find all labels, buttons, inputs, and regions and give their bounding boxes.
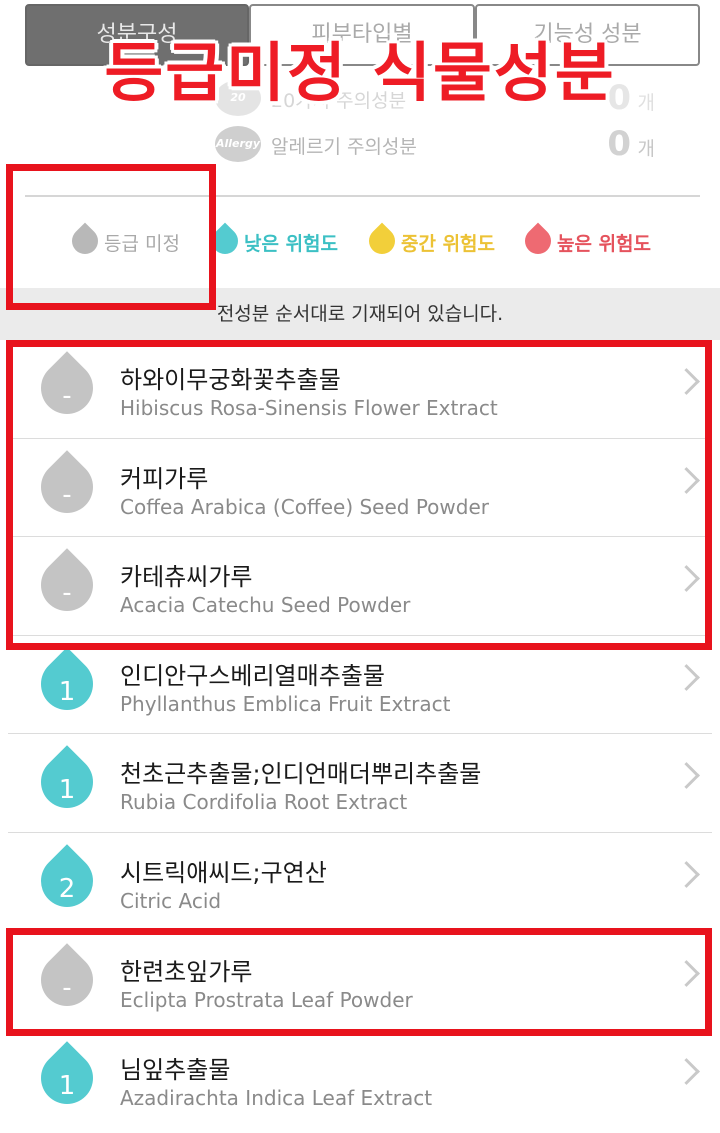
ingredient-order-notice: 전성분 순서대로 기재되어 있습니다. bbox=[0, 288, 720, 340]
chevron-right-icon bbox=[673, 861, 700, 888]
divider bbox=[25, 195, 700, 197]
allergy-unit: 개 bbox=[637, 138, 655, 160]
ingredient-name-en: Phyllanthus Emblica Fruit Extract bbox=[120, 691, 451, 716]
grade-value: - bbox=[62, 479, 72, 510]
ingredient-name-en: Rubia Cordifolia Root Extract bbox=[120, 790, 408, 815]
allergy-label: 알레르기 주의성분 bbox=[271, 136, 417, 158]
allergy-caution-row: Allergy 알레르기 주의성분 0 개 bbox=[215, 124, 655, 164]
teal-drop-icon bbox=[206, 222, 244, 260]
allergy-count: 0 bbox=[607, 124, 631, 164]
ingredient-name-en: Hibiscus Rosa-Sinensis Flower Extract bbox=[120, 396, 498, 420]
ingredient-name-en: Acacia Catechu Seed Powder bbox=[120, 593, 411, 618]
ingredient-name-kr: 천초근추출물;인디언매더뿌리추출물 bbox=[120, 760, 482, 789]
ingredient-row[interactable]: 1 천초근추출물;인디언매더뿌리추출물 Rubia Cordifolia Roo… bbox=[8, 734, 712, 833]
yellow-drop-icon bbox=[363, 222, 401, 260]
legend-label-high: 높은 위험도 bbox=[557, 233, 652, 255]
ingredient-row[interactable]: - 하와이무궁화꽃추출물 Hibiscus Rosa-Sinensis Flow… bbox=[8, 340, 712, 439]
ingredient-name-en: Coffea Arabica (Coffee) Seed Powder bbox=[120, 494, 489, 519]
ingredient-row[interactable]: - 카테츄씨가루 Acacia Catechu Seed Powder bbox=[8, 537, 712, 636]
ingredient-name-kr: 커피가루 bbox=[120, 464, 209, 493]
grade-value: - bbox=[62, 381, 72, 411]
chevron-right-icon bbox=[673, 959, 700, 987]
ingredient-name-kr: 한련초잎가루 bbox=[120, 957, 253, 986]
chevron-right-icon bbox=[673, 663, 700, 691]
grade-value: 1 bbox=[58, 775, 76, 806]
ingredient-list: - 하와이무궁화꽃추출물 Hibiscus Rosa-Sinensis Flow… bbox=[0, 340, 720, 1129]
ingredient-name-kr: 님잎추출물 bbox=[120, 1056, 231, 1085]
ingredient-row[interactable]: 1 님잎추출물 Azadirachta Indica Leaf Extract bbox=[8, 1030, 712, 1129]
chevron-right-icon bbox=[673, 565, 700, 593]
ingredient-name-kr: 카테츄씨가루 bbox=[120, 563, 253, 592]
ingredient-name-kr: 시트릭애씨드;구연산 bbox=[120, 858, 327, 887]
chevron-right-icon bbox=[673, 368, 700, 395]
ingredient-name-en: Citric Acid bbox=[120, 888, 222, 913]
legend-label-none: 등급 미정 bbox=[104, 233, 180, 255]
red-drop-icon bbox=[519, 222, 557, 260]
grade-value: 1 bbox=[58, 1071, 76, 1102]
legend-label-mid: 중간 위험도 bbox=[401, 233, 496, 255]
legend-label-low: 낮은 위험도 bbox=[244, 233, 339, 255]
ingredient-row[interactable]: 1 인디안구스베리열매추출물 Phyllanthus Emblica Fruit… bbox=[8, 636, 712, 735]
ingredient-name-en: Azadirachta Indica Leaf Extract bbox=[120, 1086, 433, 1111]
ingredient-row[interactable]: - 한련초잎가루 Eclipta Prostrata Leaf Powder bbox=[8, 932, 712, 1031]
ingredient-name-kr: 인디안구스베리열매추출물 bbox=[120, 661, 385, 690]
grade-value: - bbox=[62, 972, 72, 1003]
chevron-right-icon bbox=[673, 762, 700, 790]
allergy-icon: Allergy bbox=[215, 126, 261, 162]
ingredient-row[interactable]: - 커피가루 Coffea Arabica (Coffee) Seed Powd… bbox=[8, 439, 712, 538]
grade-value: 1 bbox=[58, 676, 76, 707]
ingredient-row[interactable]: 2 시트릭애씨드;구연산 Citric Acid bbox=[8, 833, 712, 932]
gray-drop-icon bbox=[66, 222, 104, 260]
grade-value: 2 bbox=[58, 873, 76, 904]
chevron-right-icon bbox=[673, 466, 700, 494]
chevron-right-icon bbox=[673, 1058, 700, 1086]
ingredient-name-en: Eclipta Prostrata Leaf Powder bbox=[120, 987, 413, 1012]
ingredient-name-kr: 하와이무궁화꽃추출물 bbox=[120, 366, 341, 394]
grade-value: - bbox=[62, 578, 72, 609]
overlay-headline: 등급미정 식물성분 bbox=[104, 37, 616, 111]
